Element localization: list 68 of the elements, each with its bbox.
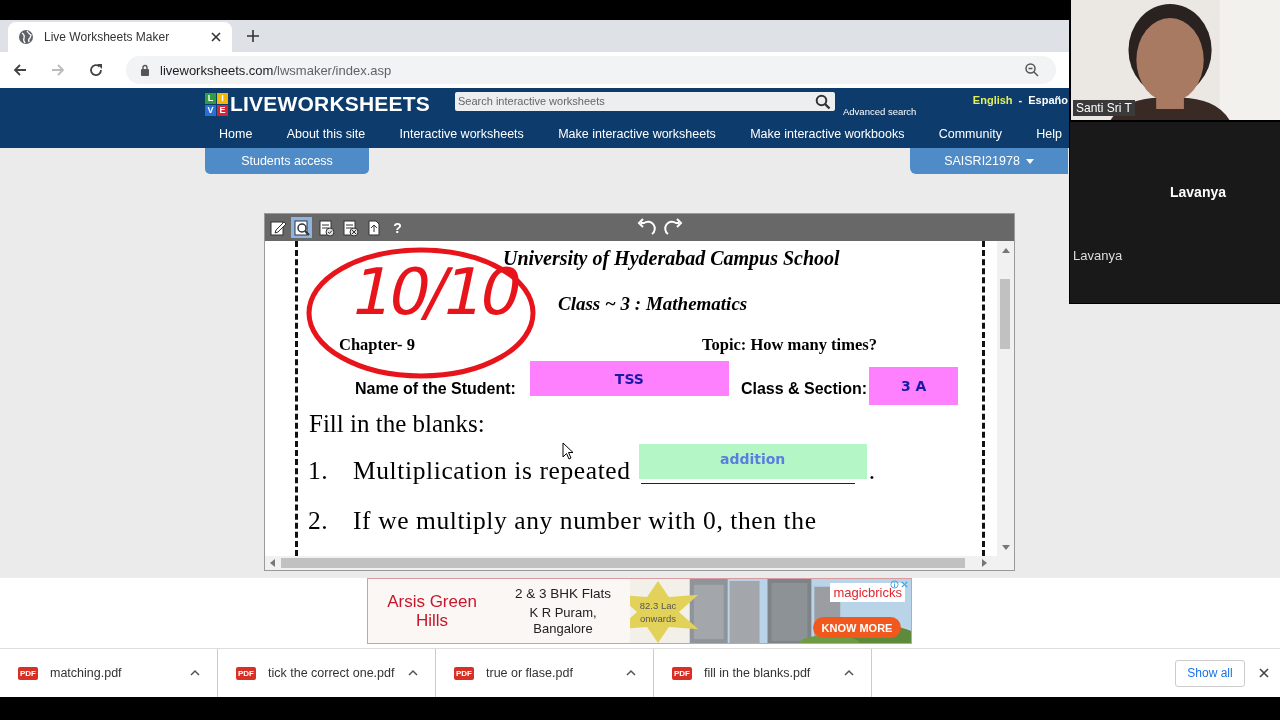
- undo-icon[interactable]: [637, 218, 657, 236]
- language-link[interactable]: Españo: [1028, 94, 1068, 106]
- user-menu-button[interactable]: SAISRI21978: [910, 148, 1068, 174]
- question-text: If we multiply any number with 0, then the: [353, 506, 817, 536]
- pdf-file-icon: PDF: [236, 666, 256, 680]
- mouse-cursor-icon: [562, 442, 574, 460]
- pdf-file-icon: PDF: [18, 666, 38, 680]
- language-link[interactable]: English: [972, 94, 1013, 106]
- class-subtitle: Class ~ 3 : Mathematics: [558, 293, 749, 316]
- scroll-left-icon[interactable]: [269, 559, 275, 567]
- nav-link[interactable]: Help: [1036, 127, 1062, 141]
- participant-name: Lavanya: [1073, 248, 1123, 263]
- class-section-label: Class & Section:: [740, 380, 868, 398]
- question-text: Multiplication is repeated: [353, 456, 631, 486]
- zoom-icon[interactable]: [1024, 62, 1040, 78]
- question-number: 1.: [308, 456, 330, 486]
- lock-icon: [140, 64, 150, 76]
- site-logo[interactable]: L I V E LIVEWORKSHEETS: [205, 92, 430, 116]
- reload-icon[interactable]: [88, 62, 104, 78]
- preview-tool-icon[interactable]: [291, 217, 312, 238]
- ad-banner[interactable]: Arsis Green Hills 2 & 3 BHK Flats K R Puram, Bangalore 82.3 Lac onwards magicbricks KNOW MORE: [367, 578, 912, 644]
- caret-icon: [1025, 158, 1034, 164]
- redo-icon[interactable]: [663, 218, 683, 236]
- class-section-field[interactable]: 3 A: [869, 367, 959, 405]
- help-button[interactable]: ?: [387, 217, 408, 238]
- address-bar[interactable]: liveworksheets.com/lwsmaker/index.asp: [126, 56, 1056, 84]
- exercise-heading: Fill in the blanks:: [309, 410, 486, 439]
- advanced-search-link[interactable]: Advanced search: [843, 105, 917, 117]
- pdf-file-icon: PDF: [454, 666, 474, 680]
- search-field[interactable]: Search interactive worksheets: [455, 91, 835, 111]
- ad-project-name: Arsis Green Hills: [386, 592, 478, 630]
- scroll-thumb[interactable]: [1000, 279, 1010, 349]
- scroll-down-icon[interactable]: [1002, 545, 1010, 551]
- question-number: 2.: [308, 506, 330, 536]
- student-name-field[interactable]: TSS: [529, 361, 729, 396]
- nav-link[interactable]: Home: [219, 127, 253, 141]
- participant-name: Santi Sri T: [1073, 100, 1135, 116]
- nav-link[interactable]: Interactive worksheets: [399, 127, 524, 141]
- topic-label: Topic: How many times?: [702, 335, 877, 355]
- ad-info-icon[interactable]: [890, 580, 899, 589]
- close-icon[interactable]: [1258, 667, 1270, 679]
- horizontal-scrollbar[interactable]: [265, 556, 1014, 570]
- show-all-button[interactable]: Show all: [1175, 659, 1245, 687]
- question-end: .: [868, 456, 876, 486]
- ad-location: K R Puram, Bangalore: [528, 604, 598, 637]
- close-icon[interactable]: [210, 31, 222, 43]
- ad-headline: 2 & 3 BHK Flats: [514, 585, 611, 601]
- students-access-button[interactable]: Students access: [205, 148, 369, 174]
- scroll-thumb[interactable]: [281, 558, 965, 568]
- participant-name: Lavanya: [1170, 184, 1227, 200]
- student-name-label: Name of the Student:: [355, 380, 516, 398]
- ad-close-icon[interactable]: [900, 580, 909, 589]
- search-icon[interactable]: [815, 93, 831, 110]
- nav-link[interactable]: Community: [938, 127, 1002, 141]
- brand-logo: magicbricks: [830, 583, 905, 602]
- pdf-file-icon: PDF: [672, 666, 692, 680]
- scroll-right-icon[interactable]: [982, 559, 988, 567]
- vertical-scrollbar[interactable]: [997, 241, 1014, 556]
- browser-tab[interactable]: Live Worksheets Maker: [8, 22, 232, 52]
- globe-icon: [18, 29, 34, 45]
- new-tab-icon[interactable]: [246, 29, 260, 43]
- back-icon[interactable]: [12, 62, 28, 78]
- scroll-up-icon[interactable]: [1002, 247, 1010, 253]
- nav-link[interactable]: Make interactive worksheets: [558, 127, 716, 141]
- nav-link[interactable]: Make interactive workbooks: [750, 127, 905, 141]
- chapter-label: Chapter- 9: [339, 335, 416, 355]
- nav-link[interactable]: About this site: [286, 127, 366, 141]
- language-separator: -: [1018, 94, 1023, 106]
